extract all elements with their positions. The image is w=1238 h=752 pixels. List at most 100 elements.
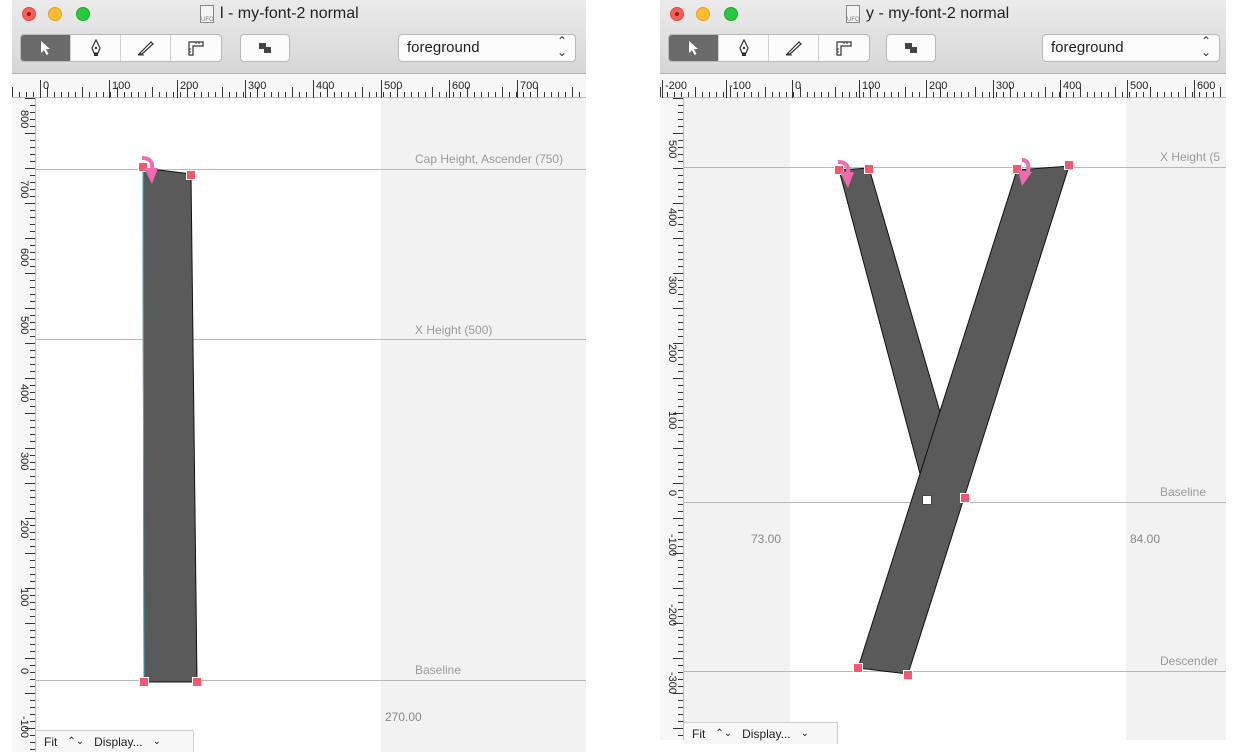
ruler-label: 500 xyxy=(381,80,402,98)
ruler-tick xyxy=(30,560,35,561)
close-button[interactable] xyxy=(670,7,684,21)
ruler-label: 400 xyxy=(313,80,334,98)
zoom-value[interactable]: Fit xyxy=(44,735,57,749)
ruler-label: 300 xyxy=(18,452,30,471)
ruler-tick xyxy=(89,92,90,97)
glyph-canvas[interactable]: Cap Height, Ascender (750) X Height (500… xyxy=(36,98,586,752)
minimize-button[interactable] xyxy=(48,7,62,21)
knife-icon xyxy=(137,41,154,56)
zoom-value[interactable]: Fit xyxy=(692,727,705,741)
ruler-tick xyxy=(376,92,377,97)
on-curve-point[interactable] xyxy=(853,663,863,673)
glyph-canvas[interactable]: X Height (5 Baseline Descender 73.00 84.… xyxy=(684,98,1226,740)
close-dot-icon xyxy=(675,12,679,16)
display-menu[interactable]: Display... xyxy=(742,727,790,741)
ruler-tick xyxy=(19,92,20,97)
on-curve-point[interactable] xyxy=(186,170,196,180)
on-curve-point[interactable] xyxy=(864,164,874,174)
on-curve-point[interactable] xyxy=(903,670,913,680)
ruler-tick xyxy=(678,679,683,680)
ruler-tick xyxy=(30,231,35,232)
ruler-tick xyxy=(25,203,35,204)
ruler-tool-button[interactable] xyxy=(819,35,869,61)
glyph-outline-l[interactable] xyxy=(36,98,586,752)
ruler-tick xyxy=(678,196,683,197)
horizontal-ruler: -200 -100 0 100 200 300 400 500 600 xyxy=(660,74,1226,98)
knife-tool-button[interactable] xyxy=(121,35,171,61)
ruler-tick xyxy=(25,413,35,414)
ruler-tick xyxy=(30,154,35,155)
glyph-window-y: UFO y - my-font-2 normal foreground ⌃ ⌄ -2 xyxy=(660,0,1226,752)
layer-select[interactable]: foreground ⌃ ⌄ xyxy=(1042,34,1220,62)
on-curve-point[interactable] xyxy=(1064,160,1074,170)
ruler-tick xyxy=(96,92,97,97)
layers-button[interactable] xyxy=(886,34,936,62)
ruler-tick xyxy=(678,294,683,295)
ruler-label: 300 xyxy=(245,80,266,98)
ruler-tick xyxy=(678,371,683,372)
ruler-tool-button[interactable] xyxy=(171,35,221,61)
pen-tool-button[interactable] xyxy=(71,35,121,61)
ruler-tick xyxy=(772,92,773,97)
ruler-tick xyxy=(33,92,34,97)
ruler-tick xyxy=(131,92,132,97)
ruler-tick xyxy=(678,154,683,155)
ruler-tick xyxy=(30,462,35,463)
glyph-outline-y[interactable] xyxy=(684,98,1226,740)
ruler-tick xyxy=(30,280,35,281)
ruler-tick xyxy=(678,392,683,393)
select-tool-button[interactable] xyxy=(21,35,71,61)
ruler-tick xyxy=(678,455,683,456)
display-menu[interactable]: Display... xyxy=(94,735,142,749)
ruler-tick xyxy=(678,434,683,435)
on-curve-point[interactable] xyxy=(922,495,932,505)
ruler-tick xyxy=(678,336,683,337)
ruler-tick xyxy=(30,686,35,687)
on-curve-point[interactable] xyxy=(192,677,202,687)
ruler-tick xyxy=(229,92,230,97)
ruler-tick xyxy=(678,119,683,120)
ruler-tick xyxy=(709,92,710,97)
ruler-label: 200 xyxy=(18,520,30,539)
ruler-tick xyxy=(673,98,683,99)
ruler-tick xyxy=(673,273,683,274)
knife-tool-button[interactable] xyxy=(769,35,819,61)
minimize-button[interactable] xyxy=(696,7,710,21)
select-tool-button[interactable] xyxy=(669,35,719,61)
ruler-tick xyxy=(306,92,307,97)
updown-chevron-icon: ⌃⌄ xyxy=(556,34,567,59)
ruler-tick xyxy=(25,238,35,239)
ruler-tick xyxy=(905,87,906,97)
ruler-tick xyxy=(678,147,683,148)
layer-select[interactable]: foreground ⌃ ⌄ xyxy=(398,34,576,62)
ruler-icon xyxy=(188,41,204,56)
ruler-label: 700 xyxy=(517,80,538,98)
ruler-tick xyxy=(30,735,35,736)
ruler-tick xyxy=(678,511,683,512)
ruler-tick xyxy=(558,92,559,97)
pen-tool-button[interactable] xyxy=(719,35,769,61)
ruler-tick xyxy=(898,92,899,97)
on-curve-point[interactable] xyxy=(139,677,149,687)
ruler-tick xyxy=(30,112,35,113)
ruler-tick xyxy=(673,448,683,449)
ruler-label: 400 xyxy=(666,208,678,227)
ruler-tick xyxy=(26,92,27,97)
ruler-tick xyxy=(1122,92,1123,97)
knife-icon xyxy=(785,41,802,56)
layers-button[interactable] xyxy=(240,34,290,62)
ruler-tick xyxy=(678,231,683,232)
ruler-tick xyxy=(807,92,808,97)
zoom-button[interactable] xyxy=(724,7,738,21)
ruler-tick xyxy=(271,92,272,97)
on-curve-point[interactable] xyxy=(960,493,970,503)
ruler-tick xyxy=(30,609,35,610)
ruler-label: 200 xyxy=(926,80,947,98)
ruler-tick xyxy=(30,721,35,722)
zoom-button[interactable] xyxy=(76,7,90,21)
close-button[interactable] xyxy=(22,7,36,21)
ruler-label: 300 xyxy=(993,80,1014,98)
ruler-tick xyxy=(678,651,683,652)
ruler-label: 500 xyxy=(18,316,30,335)
ruler-tick xyxy=(278,92,279,97)
